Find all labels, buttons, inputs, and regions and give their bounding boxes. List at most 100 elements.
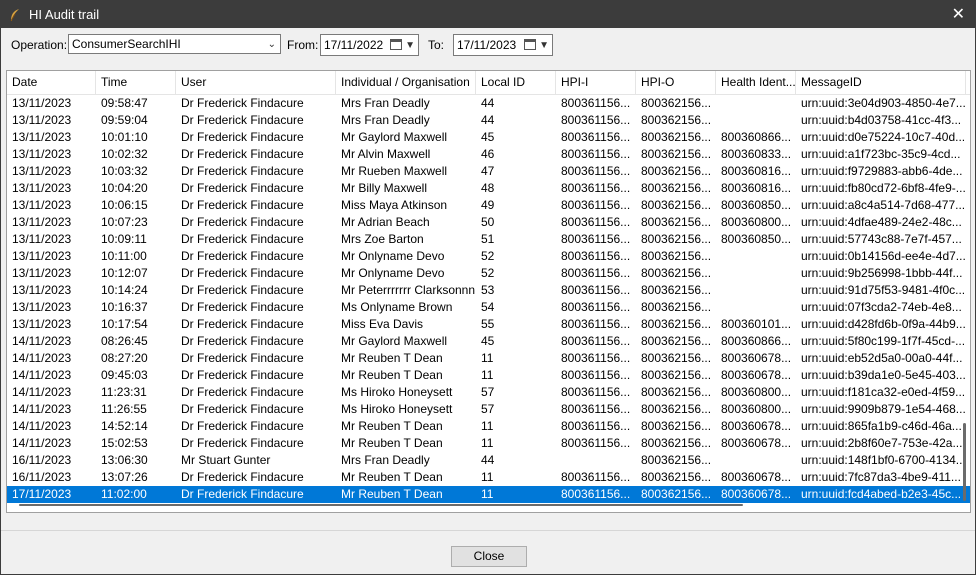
table-row[interactable]: 14/11/2023 11:26:55 Dr Frederick Findacure… [7, 401, 970, 418]
table-row[interactable]: 13/11/2023 10:04:20 Dr Frederick Findacure… [7, 180, 970, 197]
close-icon[interactable]: ✕ [952, 4, 965, 24]
table-cell: 14/11/2023 [12, 385, 72, 399]
horizontal-scroll-thumb[interactable] [19, 504, 743, 506]
chevron-down-icon: ⌄ [267, 39, 276, 50]
table-cell: 11:26:55 [101, 402, 147, 416]
table-cell: 800362156... [641, 215, 712, 229]
table-cell: 800361156... [561, 402, 631, 416]
table-cell: Dr Frederick Findacure [181, 385, 304, 399]
table-cell: Mr Peterrrrrrr Clarksonnn... [341, 283, 476, 297]
table-row[interactable]: 13/11/2023 10:12:07 Dr Frederick Findacure… [7, 265, 970, 282]
table-cell: 800361156... [561, 147, 631, 161]
table-row[interactable]: 13/11/2023 09:58:47 Dr Frederick Findacure… [7, 95, 970, 112]
table-cell: Dr Frederick Findacure [181, 470, 304, 484]
table-row[interactable]: 16/11/2023 13:07:26 Dr Frederick Findacure… [7, 469, 970, 486]
table-cell: Mrs Fran Deadly [341, 113, 430, 127]
table-row[interactable]: 13/11/2023 10:09:11 Dr Frederick Findacure… [7, 231, 970, 248]
horizontal-scrollbar[interactable] [7, 500, 970, 512]
table-row[interactable]: 14/11/2023 14:52:14 Dr Frederick Findacure… [7, 418, 970, 435]
audit-table: Date Time User Individual / Organisation Loc… [6, 70, 971, 513]
table-row[interactable]: 13/11/2023 10:14:24 Dr Frederick Findacure… [7, 282, 970, 299]
table-cell: 52 [481, 249, 495, 263]
table-row[interactable]: 13/11/2023 10:07:23 Dr Frederick Findacure… [7, 214, 970, 231]
table-cell: 16/11/2023 [12, 470, 72, 484]
column-header[interactable]: Individual / Organisation [336, 71, 476, 94]
table-cell: 44 [481, 113, 495, 127]
table-cell: 800361156... [561, 300, 631, 314]
table-cell: 800361156... [561, 283, 631, 297]
table-cell: 14/11/2023 [12, 351, 72, 365]
table-row[interactable]: 13/11/2023 10:06:15 Dr Frederick Findacure… [7, 197, 970, 214]
calendar-icon[interactable] [390, 39, 402, 50]
table-cell: 800362156... [641, 402, 712, 416]
table-cell [718, 248, 796, 265]
table-row[interactable]: 14/11/2023 08:26:45 Dr Frederick Findacure… [7, 333, 970, 350]
column-header[interactable]: HPI-I [556, 71, 636, 94]
table-cell: Dr Frederick Findacure [181, 266, 304, 280]
table-header: Date Time User Individual / Organisation Loc… [7, 71, 970, 95]
table-cell: Dr Frederick Findacure [181, 402, 304, 416]
table-cell: 800361156... [561, 436, 631, 450]
operation-select[interactable]: ConsumerSearchIHI ⌄ [68, 34, 281, 54]
table-cell: 13/11/2023 [12, 317, 72, 331]
column-header[interactable]: MessageID [796, 71, 966, 94]
table-row[interactable]: 13/11/2023 10:03:32 Dr Frederick Findacure… [7, 163, 970, 180]
table-cell: Mr Reuben T Dean [341, 419, 443, 433]
table-cell: Dr Frederick Findacure [181, 198, 304, 212]
column-header[interactable]: HPI-O [636, 71, 716, 94]
table-cell: Mr Onlyname Devo [341, 249, 445, 263]
table-row[interactable]: 13/11/2023 10:11:00 Dr Frederick Findacure… [7, 248, 970, 265]
table-row[interactable]: 14/11/2023 15:02:53 Dr Frederick Findacure… [7, 435, 970, 452]
table-row[interactable]: 13/11/2023 10:01:10 Dr Frederick Findacure… [7, 129, 970, 146]
column-header[interactable]: Time [96, 71, 176, 94]
vertical-scrollbar[interactable] [956, 71, 970, 512]
table-cell: 13:07:26 [101, 470, 148, 484]
table-cell [718, 95, 796, 112]
table-cell: 55 [481, 317, 495, 331]
table-cell: Dr Frederick Findacure [181, 164, 304, 178]
table-cell: 800362156... [641, 266, 712, 280]
dropdown-arrow-icon[interactable]: ▼ [539, 36, 549, 56]
table-cell: 800362156... [641, 249, 712, 263]
table-row[interactable]: 14/11/2023 11:23:31 Dr Frederick Findacure… [7, 384, 970, 401]
table-cell: urn:uuid:07f3cda2-74eb-4e8... [801, 300, 962, 314]
table-row[interactable]: 13/11/2023 10:17:54 Dr Frederick Findacure… [7, 316, 970, 333]
table-cell: 13/11/2023 [12, 232, 72, 246]
table-cell: 11 [481, 351, 494, 365]
table-row[interactable]: 13/11/2023 10:02:32 Dr Frederick Findacure… [7, 146, 970, 163]
column-header[interactable]: Date [7, 71, 96, 94]
column-header[interactable]: Local ID [476, 71, 556, 94]
table-cell: 10:09:11 [101, 232, 147, 246]
vertical-scroll-thumb[interactable] [963, 423, 966, 501]
table-row[interactable]: 14/11/2023 08:27:20 Dr Frederick Findacure… [7, 350, 970, 367]
close-button[interactable]: Close [451, 546, 527, 567]
dropdown-arrow-icon[interactable]: ▼ [405, 36, 415, 56]
table-cell: 800362156... [641, 96, 712, 110]
title-bar[interactable]: HI Audit trail ✕ [1, 1, 975, 28]
table-cell: Dr Frederick Findacure [181, 334, 304, 348]
table-cell: Dr Frederick Findacure [181, 283, 304, 297]
to-date-picker[interactable]: 17/11/2023 ▼ [453, 34, 553, 56]
table-row[interactable]: 14/11/2023 09:45:03 Dr Frederick Findacure… [7, 367, 970, 384]
table-cell: Ms Hiroko Honeysett [341, 402, 453, 416]
table-cell: urn:uuid:d428fd6b-0f9a-44b9... [801, 317, 966, 331]
table-row[interactable]: 16/11/2023 13:06:30 Mr Stuart Gunter Mrs Fr… [7, 452, 970, 469]
table-cell: urn:uuid:a1f723bc-35c9-4cd... [801, 147, 961, 161]
calendar-icon[interactable] [524, 39, 536, 50]
table-cell: 800361156... [561, 334, 631, 348]
table-row[interactable]: 13/11/2023 10:16:37 Dr Frederick Findacure… [7, 299, 970, 316]
column-header[interactable]: User [176, 71, 336, 94]
table-row[interactable]: 13/11/2023 09:59:04 Dr Frederick Findacure… [7, 112, 970, 129]
table-cell: Dr Frederick Findacure [181, 215, 304, 229]
from-date-picker[interactable]: 17/11/2022 ▼ [320, 34, 419, 56]
table-cell: 45 [481, 130, 495, 144]
column-header[interactable]: Health Ident... [716, 71, 796, 94]
table-cell: 800360816... [721, 181, 792, 195]
table-cell: 13/11/2023 [12, 266, 72, 280]
table-cell: 800360850... [721, 232, 792, 246]
table-cell: 09:45:03 [101, 368, 148, 382]
table-cell: Dr Frederick Findacure [181, 181, 304, 195]
table-cell: urn:uuid:4dfae489-24e2-48c... [801, 215, 962, 229]
table-cell: 800362156... [641, 181, 712, 195]
table-cell: 800360850... [721, 198, 792, 212]
